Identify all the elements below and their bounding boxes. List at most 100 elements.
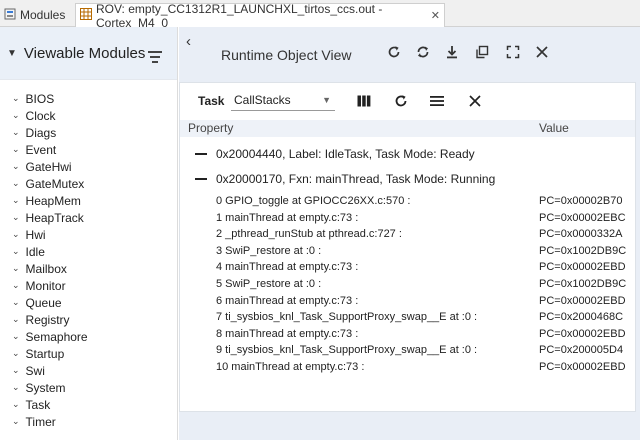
download-button[interactable] <box>441 41 463 63</box>
module-label: Clock <box>25 108 56 123</box>
collapse-dash-icon[interactable] <box>195 153 207 155</box>
module-item-heaptrack[interactable]: ⌄ HeapTrack <box>0 209 177 226</box>
module-label: GateMutex <box>25 176 85 191</box>
chevron-down-icon: ⌄ <box>12 93 20 103</box>
tab-modules[interactable]: Modules <box>0 3 74 27</box>
table-row[interactable]: 7 ti_sysbios_knl_Task_SupportProxy_swap_… <box>180 310 635 327</box>
frame-label: 7 ti_sysbios_knl_Task_SupportProxy_swap_… <box>216 311 478 324</box>
module-item-mailbox[interactable]: ⌄ Mailbox <box>0 260 177 277</box>
module-item-heapmem[interactable]: ⌄ HeapMem <box>0 192 177 209</box>
module-item-queue[interactable]: ⌄ Queue <box>0 294 177 311</box>
chevron-down-icon: ⌄ <box>12 297 20 307</box>
module-label: Startup <box>25 346 65 361</box>
columns-button[interactable] <box>353 91 375 111</box>
task-group-row[interactable]: 0x20004440, Label: IdleTask, Task Mode: … <box>180 144 635 164</box>
module-label: Task <box>25 397 51 412</box>
module-view-card: Task CallStacks ▼ Property Value 0x20004… <box>179 82 636 412</box>
chevron-down-icon: ⌄ <box>12 178 20 188</box>
rov-header: ‹ Runtime Object View <box>179 27 640 80</box>
module-item-gatehwi[interactable]: ⌄ GateHwi <box>0 158 177 175</box>
module-list: ⌄ BIOS ⌄ Clock ⌄ Diags ⌄ Event ⌄ GateHwi ⌄ Gat… <box>0 80 177 430</box>
chevron-down-icon: ⌄ <box>12 144 20 154</box>
call-stack-list: 0 GPIO_toggle at GPIOCC26XX.c:570 : PC=0x… <box>180 194 635 377</box>
refresh-icon <box>388 46 400 58</box>
maximize-button[interactable] <box>502 41 524 63</box>
back-chevron-icon[interactable]: ‹ <box>186 33 191 50</box>
module-item-task[interactable]: ⌄ Task <box>0 396 177 413</box>
view-type-value: CallStacks <box>234 93 291 107</box>
module-item-bios[interactable]: ⌄ BIOS <box>0 90 177 107</box>
filter-icon[interactable] <box>148 51 162 66</box>
close-module-view-button[interactable] <box>464 91 486 111</box>
module-item-startup[interactable]: ⌄ Startup <box>0 345 177 362</box>
view-type-select[interactable]: CallStacks ▼ <box>231 91 335 111</box>
table-row[interactable]: 1 mainThread at empty.c:73 : PC=0x00002EB… <box>180 211 635 228</box>
frame-value: PC=0x00002EBD <box>539 327 626 340</box>
task-group-row[interactable]: 0x20000170, Fxn: mainThread, Task Mode: … <box>180 169 635 189</box>
table-row[interactable]: 10 mainThread at empty.c:73 : PC=0x00002E… <box>180 360 635 377</box>
module-label: Queue <box>25 295 62 310</box>
module-item-event[interactable]: ⌄ Event <box>0 141 177 158</box>
view-refresh-button[interactable] <box>390 91 412 111</box>
table-row[interactable]: 0 GPIO_toggle at GPIOCC26XX.c:570 : PC=0x… <box>180 194 635 211</box>
module-label: HeapMem <box>25 193 81 208</box>
clone-view-button[interactable] <box>471 41 493 63</box>
collapse-dash-icon[interactable] <box>195 178 207 180</box>
module-item-registry[interactable]: ⌄ Registry <box>0 311 177 328</box>
frame-value: PC=0x1002DB9C <box>539 244 627 257</box>
module-item-system[interactable]: ⌄ System <box>0 379 177 396</box>
table-row[interactable]: 2 _pthread_runStub at pthread.c:727 : PC=… <box>180 227 635 244</box>
chevron-down-icon: ⌄ <box>12 365 20 375</box>
frame-label: 8 mainThread at empty.c:73 : <box>216 327 359 340</box>
rov-title: Runtime Object View <box>221 47 352 63</box>
module-item-monitor[interactable]: ⌄ Monitor <box>0 277 177 294</box>
frame-label: 3 SwiP_restore at :0 : <box>216 244 322 257</box>
module-label: Idle <box>25 244 45 259</box>
refresh-icon <box>395 95 407 107</box>
module-label: Mailbox <box>25 261 67 276</box>
module-item-idle[interactable]: ⌄ Idle <box>0 243 177 260</box>
task-group-label: 0x20004440, Label: IdleTask, Task Mode: … <box>216 147 475 161</box>
module-name-label: Task <box>198 94 225 108</box>
close-view-button[interactable] <box>531 41 553 63</box>
table-row[interactable]: 4 mainThread at empty.c:73 : PC=0x00002EB… <box>180 260 635 277</box>
chevron-down-icon: ⌄ <box>12 212 20 222</box>
refresh-button[interactable] <box>383 41 405 63</box>
module-item-semaphore[interactable]: ⌄ Semaphore <box>0 328 177 345</box>
table-row[interactable]: 8 mainThread at empty.c:73 : PC=0x00002EB… <box>180 327 635 344</box>
table-row[interactable]: 5 SwiP_restore at :0 : PC=0x1002DB9C <box>180 277 635 294</box>
module-item-clock[interactable]: ⌄ Clock <box>0 107 177 124</box>
frame-value: PC=0x00002EBD <box>539 360 626 373</box>
frame-value: PC=0x00002EBD <box>539 294 626 307</box>
frame-label: 4 mainThread at empty.c:73 : <box>216 261 359 274</box>
tab-rov[interactable]: ROV: empty_CC1312R1_LAUNCHXL_tirtos_ccs.… <box>75 2 445 30</box>
table-row[interactable]: 3 SwiP_restore at :0 : PC=0x1002DB9C <box>180 244 635 261</box>
frame-label: 6 mainThread at empty.c:73 : <box>216 294 359 307</box>
column-header-value[interactable]: Value <box>539 121 569 135</box>
frame-value: PC=0x2000468C <box>539 311 624 324</box>
chevron-down-icon: ⌄ <box>12 399 20 409</box>
chevron-down-icon: ⌄ <box>12 195 20 205</box>
collapse-caret-icon[interactable]: ▼ <box>7 48 17 59</box>
chevron-down-icon: ⌄ <box>12 161 20 171</box>
chevron-down-icon: ⌄ <box>12 246 20 256</box>
table-row[interactable]: 6 mainThread at empty.c:73 : PC=0x00002EB… <box>180 294 635 311</box>
module-item-diags[interactable]: ⌄ Diags <box>0 124 177 141</box>
module-label: Monitor <box>25 278 66 293</box>
module-label: GateHwi <box>25 159 72 174</box>
hamburger-menu-icon <box>430 96 444 106</box>
maximize-icon <box>506 45 520 59</box>
module-item-swi[interactable]: ⌄ Swi <box>0 362 177 379</box>
chevron-down-icon: ⌄ <box>12 348 20 358</box>
chevron-down-icon: ⌄ <box>12 382 20 392</box>
close-tab-icon[interactable]: ✕ <box>431 9 440 22</box>
module-item-hwi[interactable]: ⌄ Hwi <box>0 226 177 243</box>
close-icon <box>469 95 481 107</box>
table-row[interactable]: 9 ti_sysbios_knl_Task_SupportProxy_swap_… <box>180 343 635 360</box>
module-item-gatemutex[interactable]: ⌄ GateMutex <box>0 175 177 192</box>
continuous-refresh-button[interactable] <box>412 41 434 63</box>
module-item-timer[interactable]: ⌄ Timer <box>0 413 177 430</box>
module-label: Event <box>25 142 57 157</box>
column-header-property[interactable]: Property <box>188 121 233 135</box>
menu-button[interactable] <box>426 91 448 111</box>
